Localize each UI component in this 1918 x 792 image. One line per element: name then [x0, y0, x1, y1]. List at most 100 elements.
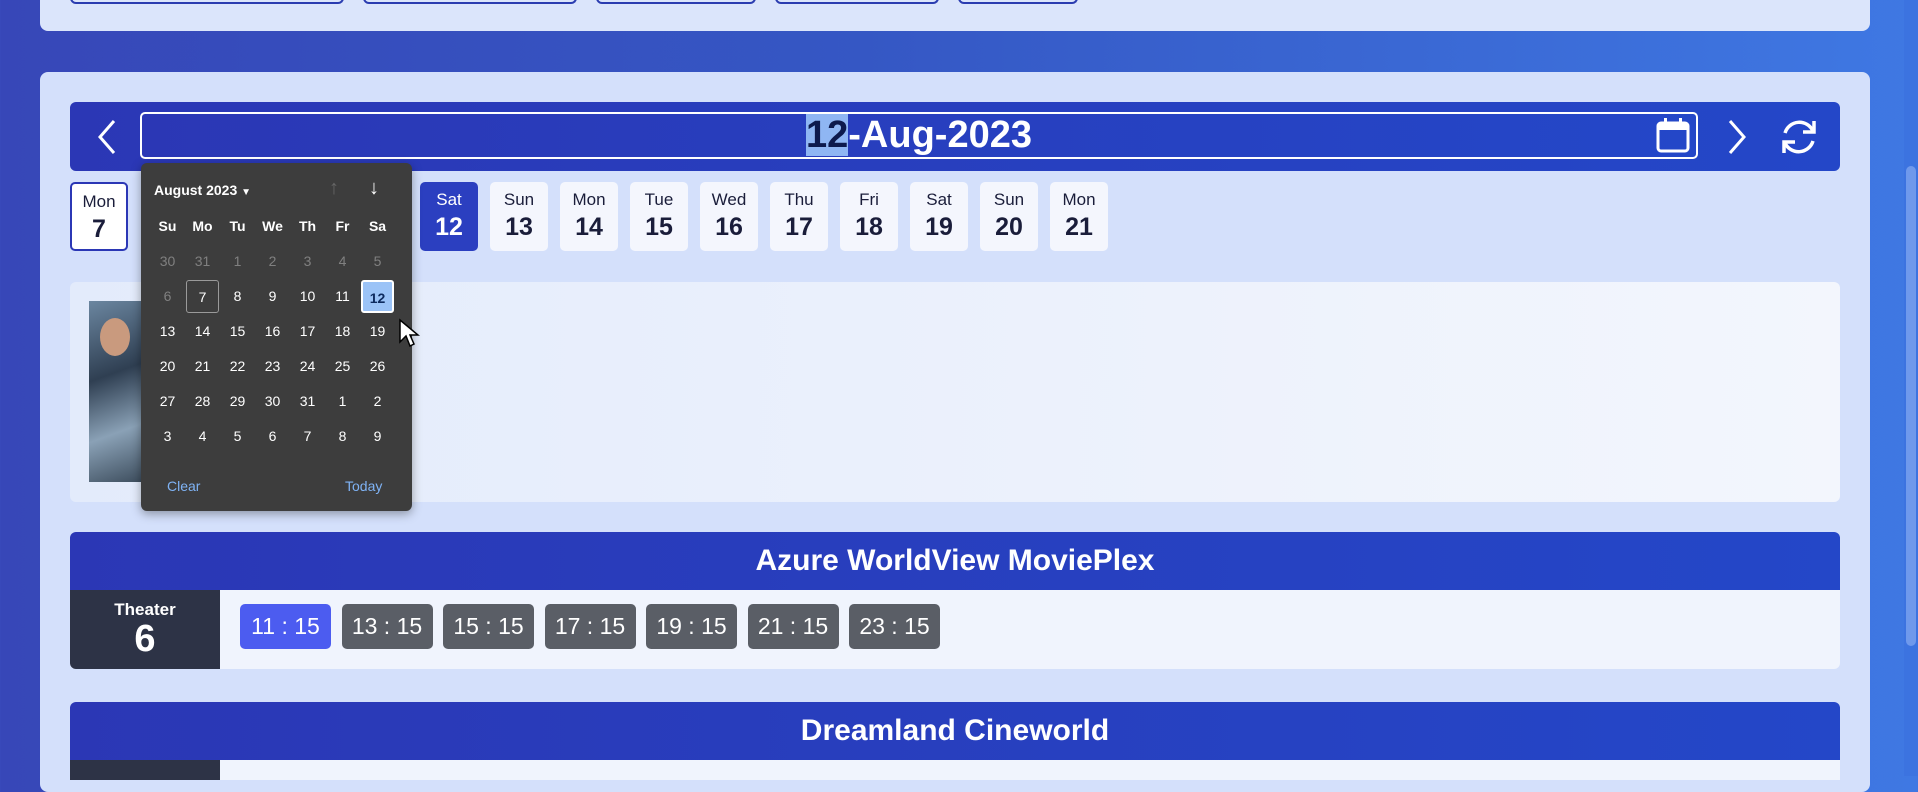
calendar-day[interactable]: 23	[256, 350, 289, 383]
scrollbar-thumb[interactable]	[1906, 166, 1916, 646]
arrow-down-icon: ↓	[369, 177, 379, 199]
calendar-day[interactable]: 26	[361, 350, 394, 383]
next-month-button[interactable]: ↓	[369, 177, 379, 200]
calendar-day[interactable]: 19	[361, 315, 394, 348]
calendar-day[interactable]: 22	[221, 350, 254, 383]
calendar-day[interactable]: 24	[291, 350, 324, 383]
weekday-header: We	[262, 218, 283, 234]
calendar-day[interactable]: 30	[256, 385, 289, 418]
filter-button[interactable]	[958, 0, 1078, 4]
day-number: 12	[435, 213, 463, 241]
scrollbar[interactable]	[1904, 0, 1918, 776]
calendar-day: 6	[163, 288, 172, 304]
calendar-day[interactable]: 9	[361, 420, 394, 453]
calendar-day[interactable]: 8	[326, 420, 359, 453]
day-number: 13	[505, 213, 533, 241]
filter-button[interactable]	[70, 0, 344, 4]
cinema-name: Dreamland Cineworld	[70, 702, 1840, 760]
calendar-button[interactable]	[1656, 117, 1690, 158]
showtime-button[interactable]: 15 : 15	[443, 604, 534, 649]
showtime-button[interactable]: 11 : 15	[240, 604, 331, 649]
day-chip[interactable]: Tue 15	[630, 182, 688, 251]
day-number: 16	[715, 213, 743, 241]
month-label: August 2023	[154, 182, 238, 198]
month-year-selector[interactable]: August 2023 ▼	[154, 182, 251, 198]
calendar-day[interactable]: 14	[186, 315, 219, 348]
filter-button[interactable]	[363, 0, 577, 4]
filter-button[interactable]	[775, 0, 939, 4]
day-chip[interactable]: Sat 19	[910, 182, 968, 251]
day-number: 21	[1065, 213, 1093, 241]
day-chip[interactable]: Mon 21	[1050, 182, 1108, 251]
calendar-day[interactable]: 9	[256, 280, 289, 313]
showtime-button[interactable]: 13 : 15	[341, 604, 433, 649]
calendar-day[interactable]: 3	[151, 420, 184, 453]
weekday-header: Su	[158, 218, 177, 234]
showtime-button[interactable]: 21 : 15	[747, 604, 839, 649]
day-name: Sun	[993, 190, 1025, 209]
calendar-day[interactable]: 8	[221, 280, 254, 313]
day-chip[interactable]: Sat 12	[420, 182, 478, 251]
previous-month-button[interactable]: ↑	[329, 177, 339, 200]
date-input[interactable]: 12-Aug-2023	[140, 112, 1698, 159]
weekday-header: Fr	[335, 218, 350, 234]
showtime-button[interactable]: 19 : 15	[646, 604, 737, 649]
mouse-cursor-icon	[399, 318, 420, 348]
chevron-right-icon	[1728, 119, 1746, 154]
calendar-day[interactable]: 11	[326, 280, 359, 313]
day-chip[interactable]: Mon 14	[560, 182, 618, 251]
calendar-day[interactable]: 21	[186, 350, 219, 383]
calendar-day[interactable]: 16	[256, 315, 289, 348]
day-number: 7	[92, 215, 106, 243]
clear-button[interactable]: Clear	[167, 478, 200, 494]
day-name: Sat	[926, 190, 952, 209]
calendar-day[interactable]: 28	[186, 385, 219, 418]
calendar-day[interactable]: 1	[326, 385, 359, 418]
calendar-day[interactable]: 18	[326, 315, 359, 348]
theater-row: Theater 6 11 : 15 13 : 15 15 : 15 17 : 15 19…	[70, 590, 1840, 669]
showtime-button[interactable]: 17 : 15	[544, 604, 636, 649]
today-button[interactable]: Today	[345, 478, 382, 494]
calendar-day[interactable]: 6	[256, 420, 289, 453]
filter-panel	[40, 0, 1870, 31]
calendar-day[interactable]: 13	[151, 315, 184, 348]
day-chip[interactable]: Fri 18	[840, 182, 898, 251]
calendar-day[interactable]: 2	[361, 385, 394, 418]
calendar-day[interactable]: 15	[221, 315, 254, 348]
theater-number: 6	[134, 618, 156, 660]
refresh-button[interactable]	[1770, 102, 1828, 171]
day-chip[interactable]: Mon 7	[70, 182, 128, 251]
calendar-day[interactable]: 25	[326, 350, 359, 383]
next-day-button[interactable]	[1708, 102, 1766, 171]
day-number: 15	[645, 213, 673, 241]
calendar-day[interactable]: 17	[291, 315, 324, 348]
calendar-day[interactable]: 7	[186, 280, 219, 313]
day-chip[interactable]: Sun 20	[980, 182, 1038, 251]
chevron-left-icon	[98, 119, 116, 154]
cinema-name: Azure WorldView MoviePlex	[70, 532, 1840, 590]
day-chip[interactable]: Sun 13	[490, 182, 548, 251]
calendar-day[interactable]: 29	[221, 385, 254, 418]
previous-day-button[interactable]	[78, 102, 136, 171]
filter-button[interactable]	[596, 0, 756, 4]
calendar-day: 1	[233, 253, 242, 269]
calendar-day[interactable]: 7	[291, 420, 324, 453]
calendar-day[interactable]: 31	[291, 385, 324, 418]
calendar-day: 31	[194, 253, 211, 269]
calendar-day[interactable]: 5	[221, 420, 254, 453]
weekday-header: Th	[298, 218, 317, 234]
calendar-day: 30	[159, 253, 176, 269]
calendar-day[interactable]: 10	[291, 280, 324, 313]
weekday-header: Sa	[368, 218, 387, 234]
showtime-button[interactable]: 23 : 15	[849, 604, 940, 649]
calendar-day[interactable]: 4	[186, 420, 219, 453]
weekday-header: Tu	[229, 218, 246, 234]
theater-row	[70, 760, 1840, 780]
day-chip[interactable]: Wed 16	[700, 182, 758, 251]
refresh-icon	[1782, 120, 1816, 153]
calendar-day[interactable]: 27	[151, 385, 184, 418]
day-chip[interactable]: Thu 17	[770, 182, 828, 251]
calendar-day[interactable]: 12	[361, 280, 394, 313]
day-name: Tue	[644, 190, 674, 209]
calendar-day[interactable]: 20	[151, 350, 184, 383]
